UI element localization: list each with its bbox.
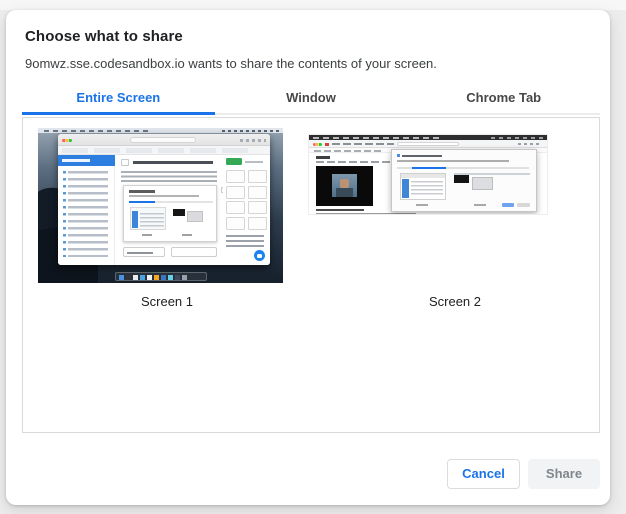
chat-glyph <box>257 254 262 258</box>
mini-step-box <box>121 159 129 166</box>
mini-share-dialog <box>391 149 537 212</box>
tab-chrome-tab[interactable]: Chrome Tab <box>407 88 600 115</box>
mini-macos-menubar <box>38 128 283 133</box>
mini-sidebar <box>58 155 115 265</box>
mini-webcam-body <box>336 188 353 197</box>
mini-status-icons <box>491 137 543 139</box>
mini-titlebar <box>58 134 270 146</box>
screen2-label: Screen 2 <box>311 294 599 309</box>
mini-rail-text <box>245 161 263 163</box>
sources-panel: Screen 1 Screen 2 <box>22 117 600 433</box>
mini-dock <box>115 272 207 281</box>
mini-input-field <box>171 247 217 257</box>
dialog-title: Choose what to share <box>25 28 183 45</box>
mini-article <box>115 155 223 265</box>
mini-grid-card <box>248 170 267 183</box>
mini-sidebar-header <box>58 155 115 166</box>
mini-sidebar-icons <box>63 171 66 257</box>
mini-dialog-active-tab <box>412 167 446 170</box>
mini-share-dialog-screenshot <box>123 185 217 242</box>
mini-grid-card <box>226 186 245 199</box>
mini-green-button <box>226 158 242 165</box>
cancel-button[interactable]: Cancel <box>447 459 520 489</box>
mini-article-paragraph <box>121 171 217 182</box>
screen1-thumbnail[interactable] <box>38 128 283 283</box>
screen2-thumbnail[interactable] <box>308 134 548 215</box>
mini-thumb-titlebar <box>401 174 445 178</box>
mini-thumb-text <box>411 181 443 196</box>
mini-grid-card <box>248 217 267 230</box>
mini-browser-toolbar <box>309 140 547 148</box>
mini-dialog-thumb2-black <box>454 175 469 183</box>
mini-thumb-sidebar <box>132 211 138 228</box>
mini-text-line <box>316 213 416 215</box>
mini-grid-card <box>226 217 245 230</box>
mini-tabs <box>62 148 252 153</box>
mini-text-line <box>316 209 364 211</box>
mini-field-text <box>127 252 153 255</box>
source-type-tabs: Entire Screen Window Chrome Tab <box>22 88 600 115</box>
mini-dialog-label1 <box>416 204 428 206</box>
mini-card-grid <box>226 170 267 230</box>
screen1-label: Screen 1 <box>23 294 311 309</box>
mini-dock-icons <box>119 275 203 280</box>
mini-dialog-label2 <box>474 204 486 206</box>
mini-card-title <box>129 190 155 193</box>
mini-card-active-tab <box>129 201 155 204</box>
mini-app-window <box>58 134 270 265</box>
chat-bubble-icon <box>254 250 265 261</box>
page-backdrop <box>0 0 626 10</box>
mini-dialog-thumb2-gray <box>472 177 493 190</box>
mini-dialog-thumb1 <box>400 173 446 200</box>
mini-right-rail <box>223 155 270 265</box>
mini-card-label2 <box>182 234 192 236</box>
mini-tab-title <box>332 143 394 145</box>
mini-window-body <box>58 155 270 265</box>
mini-address-bar <box>130 137 196 143</box>
mini-card-label1 <box>142 234 152 236</box>
mini-sidebar-rows <box>68 171 108 257</box>
mini-input-field <box>123 247 165 257</box>
traffic-lights-icon <box>313 143 322 146</box>
mini-address-bar <box>397 142 459 146</box>
mini-dialog-cancel-button <box>502 203 514 208</box>
mini-thumb-sidebar <box>402 179 409 198</box>
mini-bookmark-items <box>314 150 384 152</box>
mini-grid-card <box>248 186 267 199</box>
mini-grid-card <box>226 201 245 214</box>
mini-status-icons <box>222 130 280 132</box>
mini-web-page <box>309 153 547 215</box>
mini-page-heading <box>316 156 330 159</box>
mini-dialog-title <box>402 155 442 158</box>
mini-grid-card <box>248 201 267 214</box>
mini-menu-items <box>44 130 149 132</box>
mini-dialog-subtitle <box>397 160 509 162</box>
mini-dialog-icon <box>397 154 400 157</box>
mini-webcam-face <box>340 179 349 188</box>
mini-thumb-text <box>140 213 164 227</box>
share-picker-dialog: Choose what to share 9omwz.sse.codesandb… <box>6 10 610 505</box>
mini-grid-card <box>226 170 245 183</box>
mini-sidebar-title <box>62 159 90 162</box>
share-button[interactable]: Share <box>528 459 600 489</box>
tab-entire-screen[interactable]: Entire Screen <box>22 88 215 115</box>
mini-card-thumb1 <box>130 207 166 230</box>
traffic-lights-icon <box>62 139 72 142</box>
dialog-subtitle: 9omwz.sse.codesandbox.io wants to share … <box>25 56 437 71</box>
mini-article-heading <box>133 161 213 164</box>
mini-card-subtitle <box>129 195 199 197</box>
mini-card-thumb2-gray <box>187 211 203 222</box>
mini-rail-paragraph <box>226 235 264 250</box>
mini-toolbar-icons <box>240 139 266 142</box>
mini-favicon <box>325 143 329 146</box>
mini-tabstrip <box>58 146 270 155</box>
mini-card-thumb2-black <box>173 209 185 216</box>
mini-toolbar-icons <box>518 143 542 145</box>
tab-window[interactable]: Window <box>215 88 408 115</box>
mini-dialog-share-button <box>517 203 530 208</box>
mini-menu-items <box>313 137 443 139</box>
mini-video-player <box>316 166 373 206</box>
